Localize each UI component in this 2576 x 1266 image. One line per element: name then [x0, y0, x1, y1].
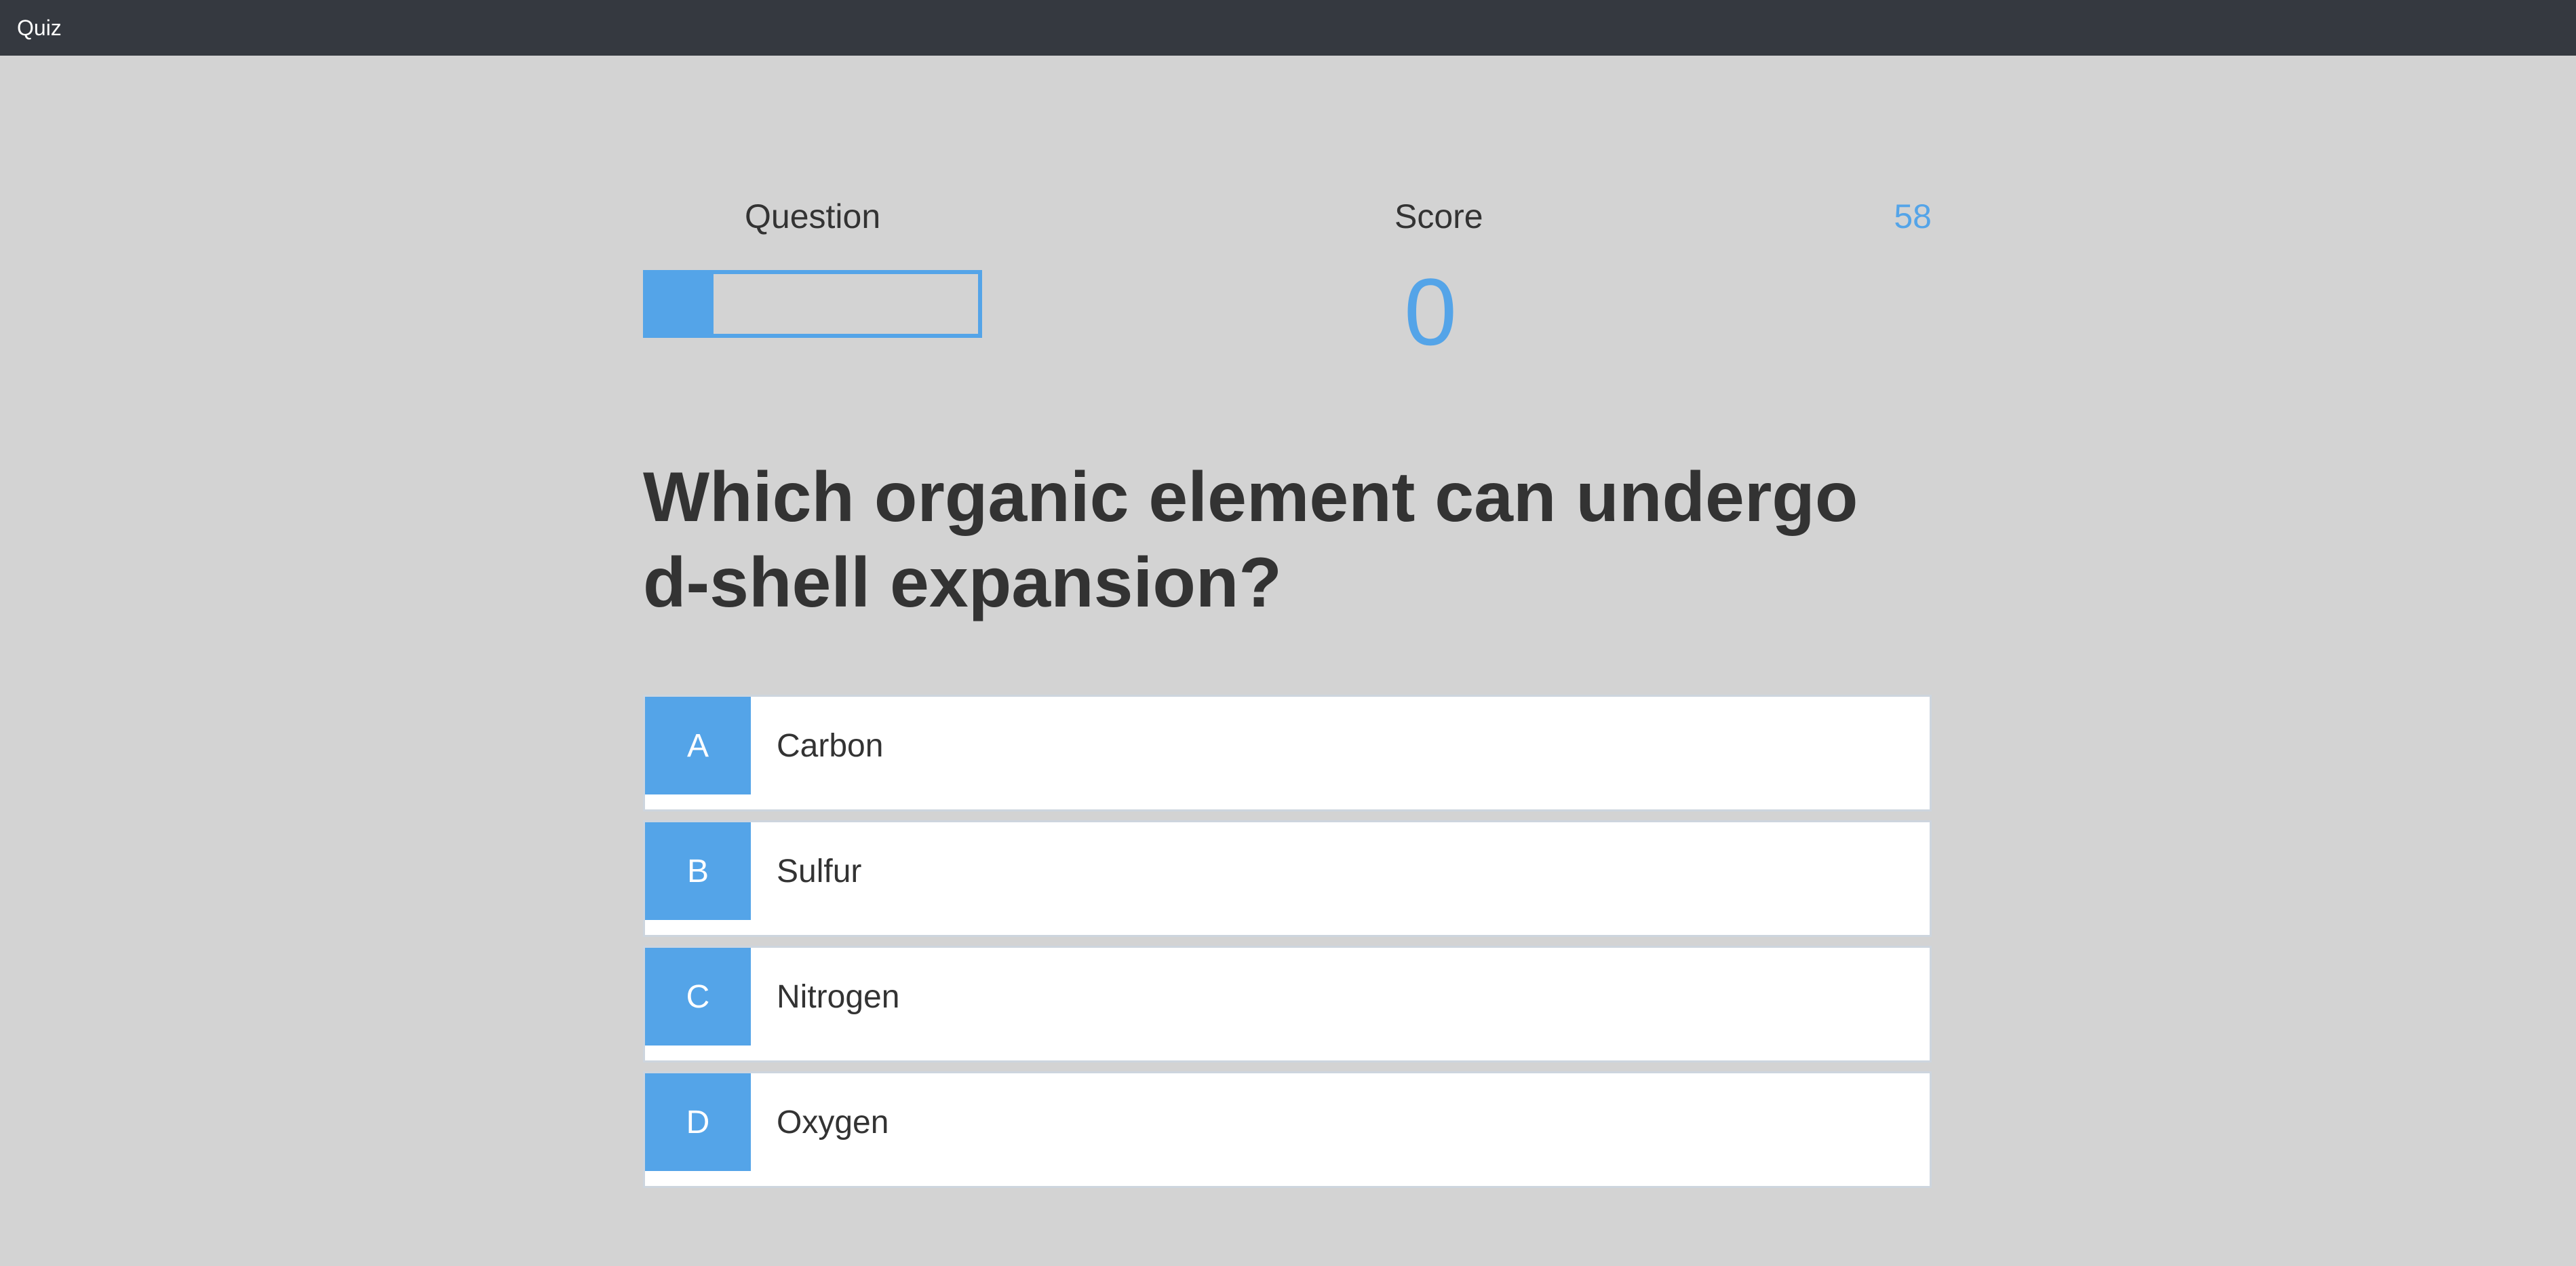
question-progress-bar	[643, 270, 982, 338]
score-value: 0	[1404, 258, 1457, 365]
question-label: Question	[745, 197, 881, 235]
timer-value: 58	[1894, 197, 1932, 235]
choice-text: Sulfur	[777, 853, 862, 889]
choice-text: Oxygen	[777, 1104, 889, 1140]
app-title: Quiz	[17, 15, 62, 40]
top-bar: Quiz	[0, 0, 2576, 56]
choice-text: Nitrogen	[777, 978, 900, 1015]
choice-letter: D	[645, 1073, 751, 1171]
question-progress-fill	[647, 274, 714, 334]
choice-a-button[interactable]: A Carbon	[643, 695, 1932, 811]
score-label: Score	[1394, 197, 1483, 235]
choice-b-button[interactable]: B Sulfur	[643, 820, 1932, 937]
choice-letter: A	[645, 697, 751, 794]
quiz-hud: Question Score 0 58	[643, 197, 1932, 373]
choice-c-button[interactable]: C Nitrogen	[643, 946, 1932, 1062]
choice-letter: C	[645, 948, 751, 1046]
answer-choices: A Carbon B Sulfur C Nitrogen D Oxygen	[643, 695, 1932, 1197]
question-text: Which organic element can undergo d-shel…	[643, 458, 1858, 622]
choice-text: Carbon	[777, 727, 884, 764]
choice-d-button[interactable]: D Oxygen	[643, 1071, 1932, 1188]
choice-letter: B	[645, 822, 751, 920]
